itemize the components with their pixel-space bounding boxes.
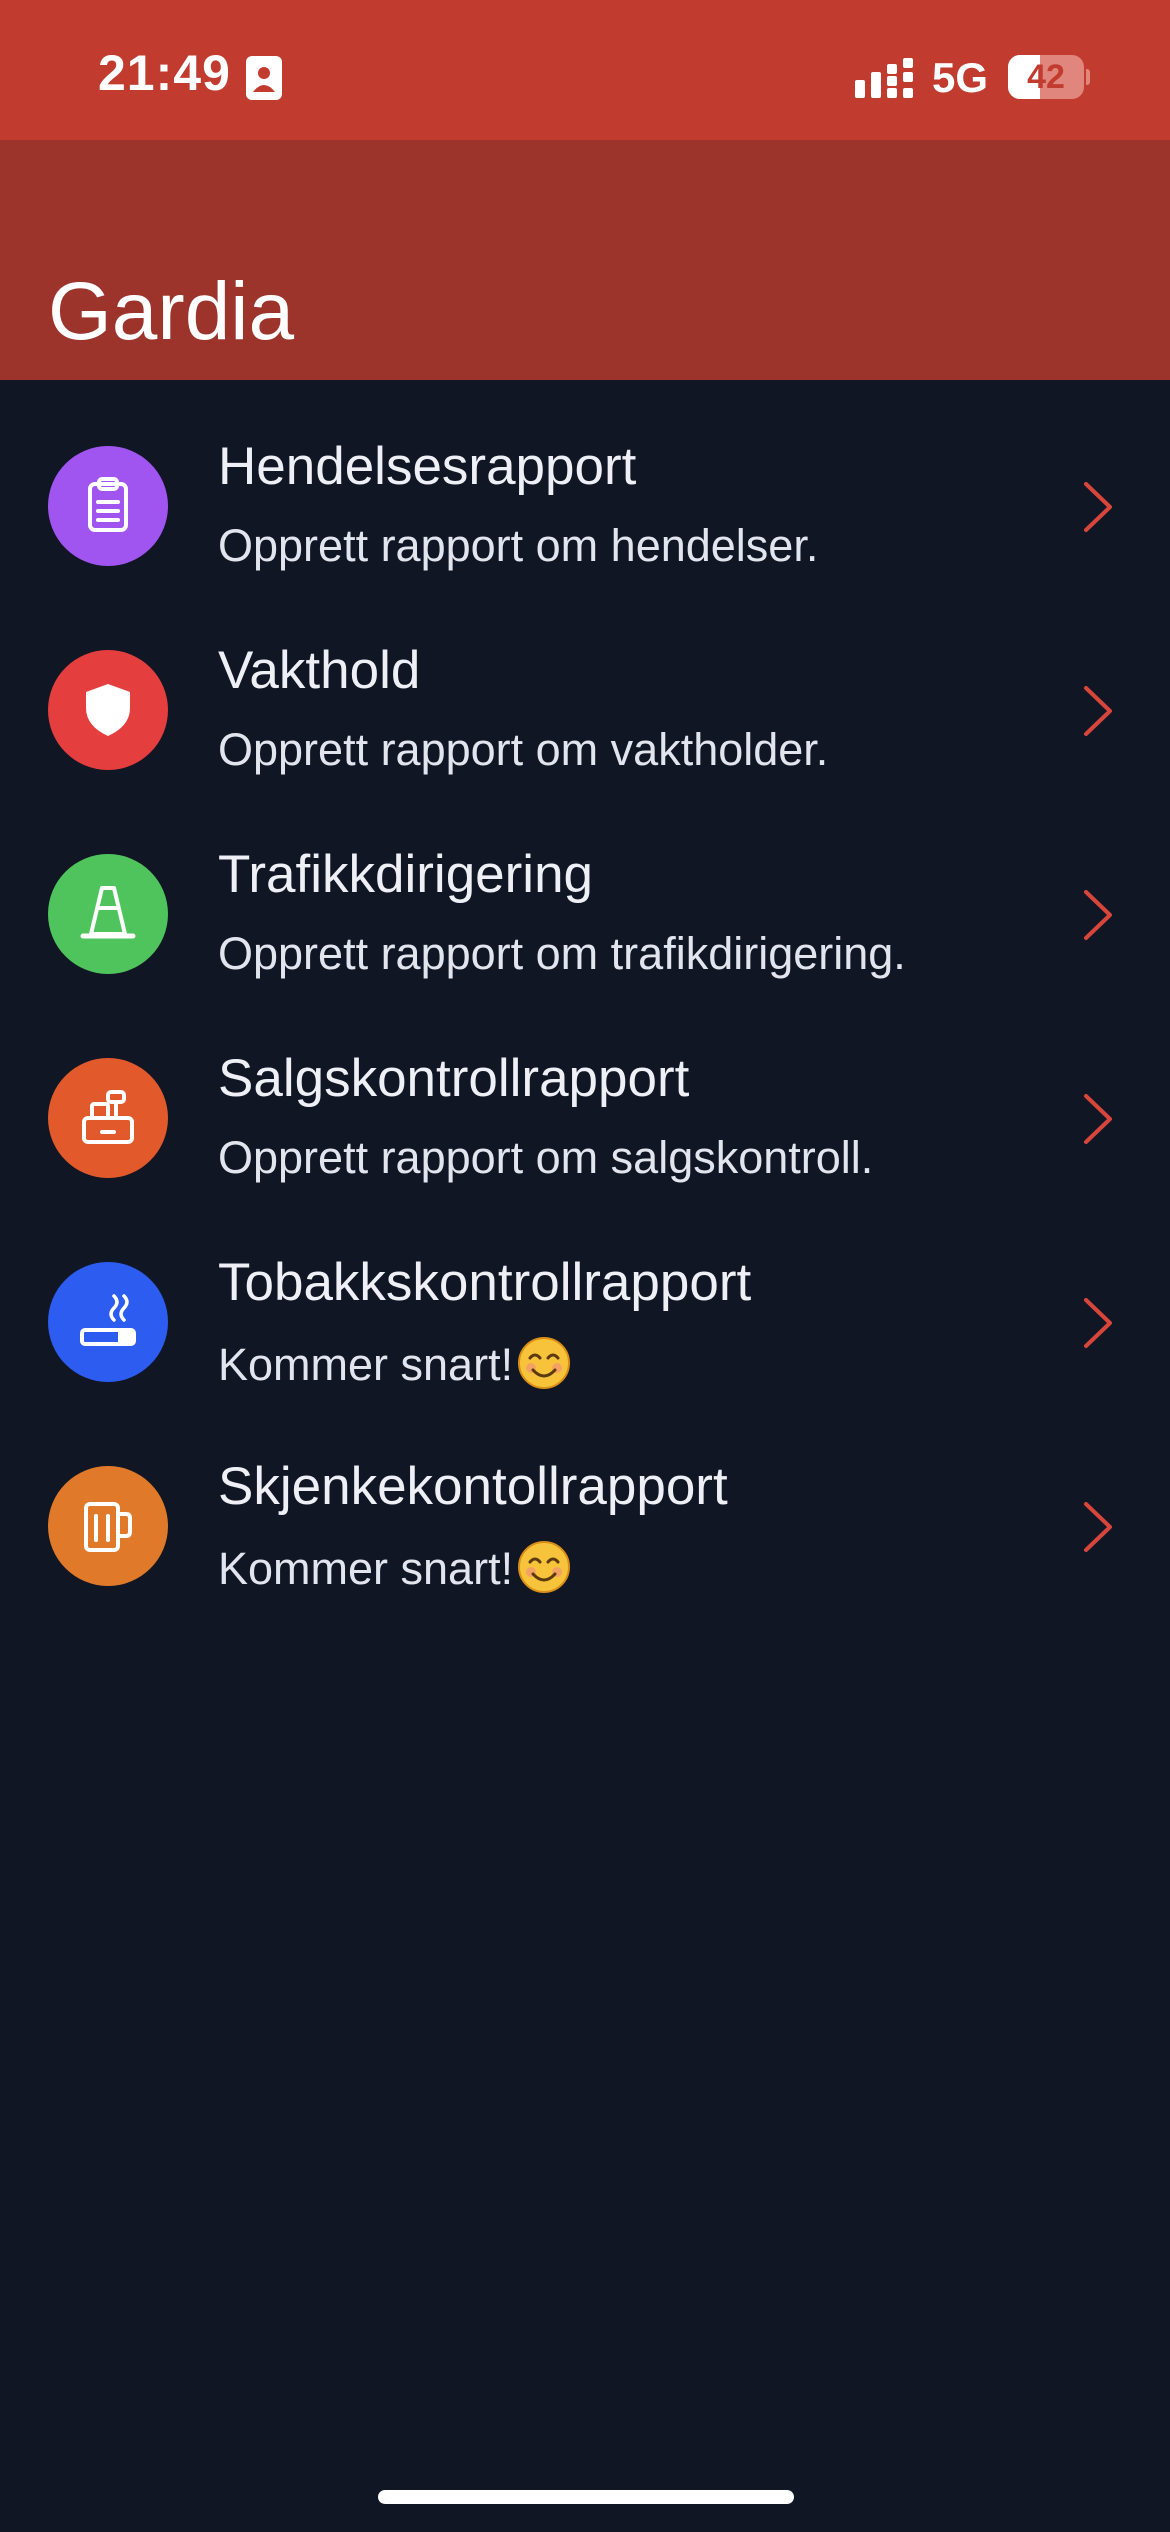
list-item-hendelsesrapport[interactable]: Hendelsesrapport Opprett rapport om hend… [0, 380, 1170, 584]
network-type: 5G [932, 54, 989, 101]
item-icon-badge [48, 446, 168, 566]
chevron-right-icon [1084, 686, 1112, 736]
chevron-right-icon [1084, 482, 1112, 532]
item-title: Vakthold [218, 641, 421, 700]
item-subtitle: Opprett rapport om hendelser. [218, 520, 819, 571]
item-title: Trafikkdirigering [218, 845, 594, 904]
traffic-cone-icon [80, 886, 136, 939]
nav-header: Gardia [0, 140, 1170, 380]
item-subtitle: Kommer snart! [218, 1336, 571, 1391]
report-list: Hendelsesrapport Opprett rapport om hend… [0, 380, 1170, 1604]
item-icon-badge [48, 1262, 168, 1382]
smiling-face-icon [518, 1337, 571, 1389]
list-item-trafikkdirigering[interactable]: Trafikkdirigering Opprett rapport om tra… [0, 788, 1170, 992]
battery-indicator: 42 [1008, 55, 1090, 101]
status-time: 21:49 [98, 45, 231, 101]
item-subtitle: Opprett rapport om vaktholder. [218, 724, 829, 775]
signal-strength-icon [855, 58, 913, 98]
item-icon-badge [48, 1466, 168, 1586]
smiling-face-icon [518, 1541, 571, 1593]
item-icon-badge [48, 854, 168, 974]
contact-card-icon [246, 56, 282, 100]
item-icon-badge [48, 650, 168, 770]
list-item-salgskontrollrapport[interactable]: Salgskontrollrapport Opprett rapport om … [0, 992, 1170, 1196]
item-subtitle: Opprett rapport om salgskontroll. [218, 1132, 874, 1183]
item-title: Salgskontrollrapport [218, 1049, 690, 1108]
chevron-right-icon [1084, 1502, 1112, 1552]
chevron-right-icon [1084, 1094, 1112, 1144]
item-icon-badge [48, 1058, 168, 1178]
list-item-vakthold[interactable]: Vakthold Opprett rapport om vaktholder. [0, 584, 1170, 788]
cash-register-icon [82, 1090, 134, 1144]
page-title: Gardia [48, 265, 295, 357]
list-item-tobakkskontrollrapport[interactable]: Tobakkskontrollrapport Kommer snart! [0, 1196, 1170, 1400]
chevron-right-icon [1084, 1298, 1112, 1348]
item-title: Tobakkskontrollrapport [218, 1253, 752, 1312]
clipboard-icon [88, 477, 128, 532]
item-subtitle: Kommer snart! [218, 1540, 571, 1595]
item-subtitle: Opprett rapport om trafikdirigering. [218, 928, 906, 979]
battery-percentage: 42 [1027, 58, 1065, 96]
item-title: Skjenkekontollrapport [218, 1457, 728, 1516]
shield-icon [86, 684, 130, 736]
cigarette-icon [80, 1294, 136, 1346]
list-item-skjenkekontollrapport[interactable]: Skjenkekontollrapport Kommer snart! [0, 1400, 1170, 1604]
chevron-right-icon [1084, 890, 1112, 940]
home-indicator[interactable] [378, 2490, 794, 2504]
beer-mug-icon [84, 1502, 132, 1552]
item-title: Hendelsesrapport [218, 437, 637, 496]
status-bar: 21:49 5G 42 [0, 0, 1170, 140]
